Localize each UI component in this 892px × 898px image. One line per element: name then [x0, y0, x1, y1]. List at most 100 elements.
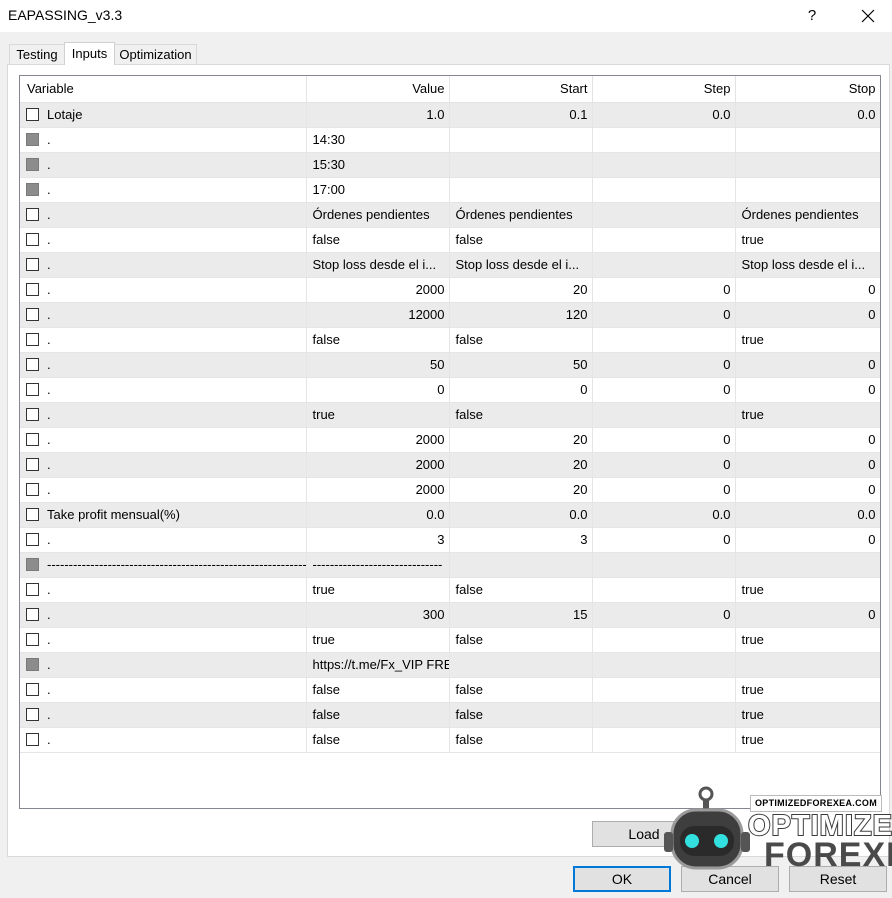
value-cell[interactable]: https://t.me/Fx_VIP FREE EAs	[306, 652, 450, 678]
stop-cell[interactable]: 0	[735, 427, 880, 453]
step-cell[interactable]	[592, 677, 736, 703]
stop-cell[interactable]	[735, 177, 880, 203]
tab-inputs[interactable]: Inputs	[64, 42, 115, 65]
stop-cell[interactable]: 0.0	[735, 102, 880, 128]
step-cell[interactable]	[592, 152, 736, 178]
value-cell[interactable]: 2000	[306, 452, 450, 478]
column-header-step[interactable]: Step	[592, 76, 736, 103]
optimize-checkbox[interactable]	[26, 458, 39, 471]
stop-cell[interactable]: 0	[735, 477, 880, 503]
start-cell[interactable]	[449, 152, 593, 178]
inputs-grid[interactable]: Variable Value Start Step Stop Lotaje 1.0…	[19, 75, 881, 809]
stop-cell[interactable]: true	[735, 227, 880, 253]
start-cell[interactable]: 20	[449, 477, 593, 503]
start-cell[interactable]: 0.1	[449, 102, 593, 128]
table-row[interactable]: . 17:00	[20, 177, 880, 203]
table-row[interactable]: . 50 50 0 0	[20, 352, 880, 378]
start-cell[interactable]: false	[449, 327, 593, 353]
optimize-checkbox[interactable]	[26, 683, 39, 696]
optimize-checkbox[interactable]	[26, 633, 39, 646]
value-cell[interactable]: true	[306, 627, 450, 653]
table-row[interactable]: . Órdenes pendientes Órdenes pendientes Órd…	[20, 202, 880, 228]
start-cell[interactable]: 20	[449, 452, 593, 478]
table-row[interactable]: . 2000 20 0 0	[20, 427, 880, 453]
table-row[interactable]: . true false true	[20, 402, 880, 428]
start-cell[interactable]: 120	[449, 302, 593, 328]
start-cell[interactable]: 20	[449, 277, 593, 303]
step-cell[interactable]	[592, 652, 736, 678]
start-cell[interactable]	[449, 127, 593, 153]
start-cell[interactable]: false	[449, 727, 593, 753]
stop-cell[interactable]: 0	[735, 352, 880, 378]
table-row[interactable]: . false false true	[20, 702, 880, 728]
step-cell[interactable]	[592, 627, 736, 653]
start-cell[interactable]: false	[449, 677, 593, 703]
value-cell[interactable]: 0.0	[306, 502, 450, 528]
value-cell[interactable]: false	[306, 677, 450, 703]
stop-cell[interactable]: true	[735, 627, 880, 653]
step-cell[interactable]: 0	[592, 452, 736, 478]
optimize-checkbox[interactable]	[26, 108, 39, 121]
value-cell[interactable]: Órdenes pendientes	[306, 202, 450, 228]
optimize-checkbox[interactable]	[26, 608, 39, 621]
start-cell[interactable]: false	[449, 702, 593, 728]
start-cell[interactable]: false	[449, 577, 593, 603]
optimize-checkbox[interactable]	[26, 483, 39, 496]
step-cell[interactable]	[592, 552, 736, 578]
table-row[interactable]: . 2000 20 0 0	[20, 452, 880, 478]
value-cell[interactable]: false	[306, 327, 450, 353]
optimize-checkbox[interactable]	[26, 508, 39, 521]
optimize-checkbox[interactable]	[26, 308, 39, 321]
start-cell[interactable]: 0.0	[449, 502, 593, 528]
stop-cell[interactable]: true	[735, 577, 880, 603]
optimize-checkbox[interactable]	[26, 383, 39, 396]
step-cell[interactable]: 0	[592, 527, 736, 553]
start-cell[interactable]: 20	[449, 427, 593, 453]
column-header-start[interactable]: Start	[449, 76, 593, 103]
start-cell[interactable]: 50	[449, 352, 593, 378]
optimize-checkbox[interactable]	[26, 333, 39, 346]
optimize-checkbox[interactable]	[26, 283, 39, 296]
table-row[interactable]: . 14:30	[20, 127, 880, 153]
step-cell[interactable]: 0	[592, 302, 736, 328]
stop-cell[interactable]: 0	[735, 377, 880, 403]
step-cell[interactable]	[592, 177, 736, 203]
value-cell[interactable]: 2000	[306, 277, 450, 303]
step-cell[interactable]	[592, 577, 736, 603]
start-cell[interactable]	[449, 652, 593, 678]
start-cell[interactable]: 15	[449, 602, 593, 628]
value-cell[interactable]: 3	[306, 527, 450, 553]
table-row[interactable]: . 2000 20 0 0	[20, 477, 880, 503]
value-cell[interactable]: 2000	[306, 427, 450, 453]
start-cell[interactable]: false	[449, 627, 593, 653]
value-cell[interactable]: 50	[306, 352, 450, 378]
value-cell[interactable]: 2000	[306, 477, 450, 503]
optimize-checkbox[interactable]	[26, 408, 39, 421]
stop-cell[interactable]: true	[735, 677, 880, 703]
value-cell[interactable]: 15:30	[306, 152, 450, 178]
stop-cell[interactable]: 0	[735, 302, 880, 328]
value-cell[interactable]: false	[306, 727, 450, 753]
table-row[interactable]: . false false true	[20, 727, 880, 753]
stop-cell[interactable]	[735, 152, 880, 178]
start-cell[interactable]: 3	[449, 527, 593, 553]
start-cell[interactable]: false	[449, 227, 593, 253]
stop-cell[interactable]: true	[735, 327, 880, 353]
step-cell[interactable]	[592, 127, 736, 153]
value-cell[interactable]: ------------------------------	[306, 552, 450, 578]
start-cell[interactable]	[449, 177, 593, 203]
value-cell[interactable]: 1.0	[306, 102, 450, 128]
stop-cell[interactable]	[735, 127, 880, 153]
step-cell[interactable]: 0	[592, 277, 736, 303]
value-cell[interactable]: 300	[306, 602, 450, 628]
stop-cell[interactable]: Stop loss desde el i...	[735, 252, 880, 278]
stop-cell[interactable]	[735, 652, 880, 678]
optimize-checkbox[interactable]	[26, 583, 39, 596]
start-cell[interactable]	[449, 552, 593, 578]
optimize-checkbox[interactable]	[26, 258, 39, 271]
table-row[interactable]: Lotaje 1.0 0.1 0.0 0.0	[20, 102, 880, 128]
step-cell[interactable]	[592, 727, 736, 753]
ok-button[interactable]: OK	[573, 866, 671, 892]
optimize-checkbox[interactable]	[26, 233, 39, 246]
step-cell[interactable]: 0	[592, 602, 736, 628]
